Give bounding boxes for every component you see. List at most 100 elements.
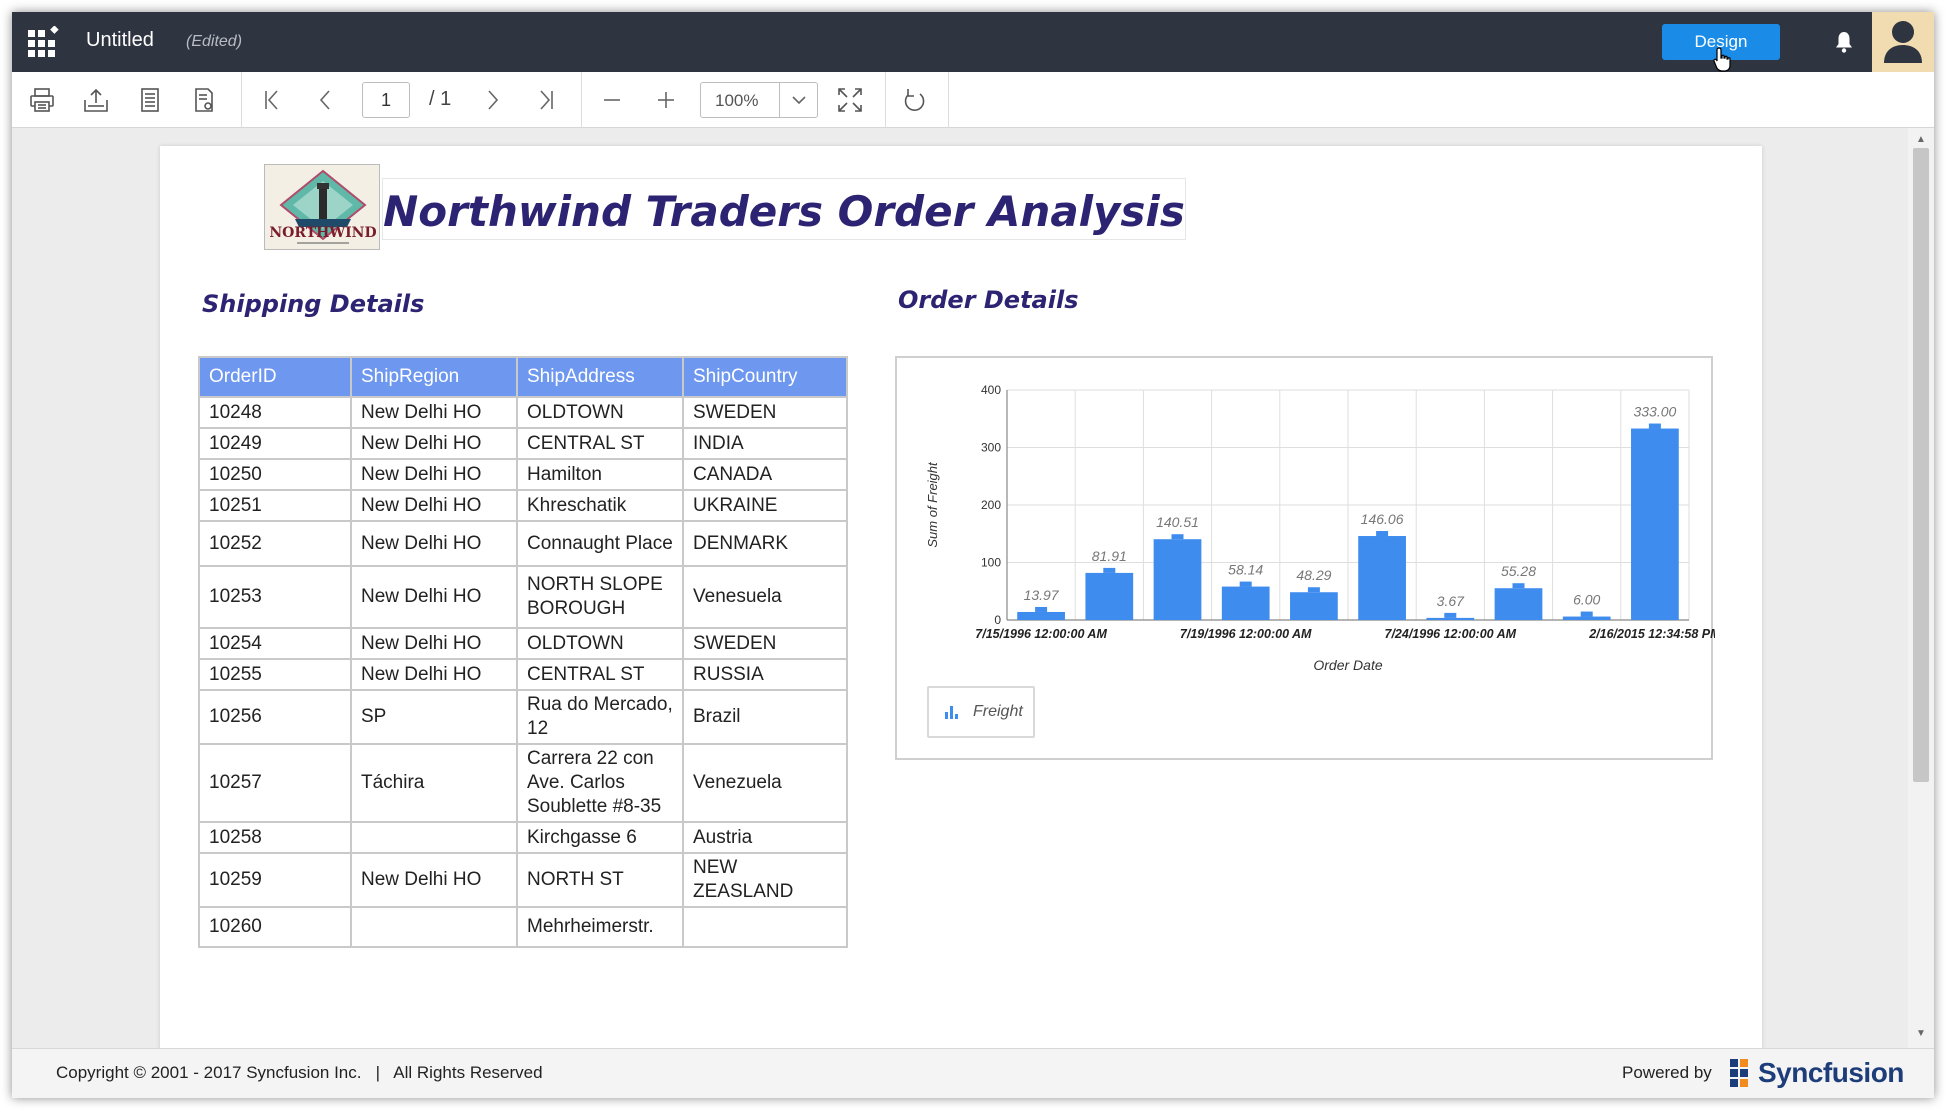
table-cell: NORTH ST [516,852,684,908]
x-tick-label: 7/15/1996 12:00:00 AM [975,627,1107,641]
bar-marker [1648,423,1661,429]
table-cell: 10252 [198,520,352,567]
minus-icon [604,99,620,101]
table-cell: Kirchgasse 6 [516,821,684,854]
refresh-button[interactable] [898,84,930,116]
y-tick-label: 300 [981,441,1001,455]
data-label: 140.51 [1156,514,1199,530]
y-tick-label: 200 [981,498,1001,512]
app-window: Untitled (Edited) Design 1 / 1 100% NORT… [12,12,1934,1098]
chevron-right-icon [488,90,499,110]
table-row: 10250 New Delhi HO Hamilton CANADA [198,458,848,491]
scroll-down-arrow-icon[interactable]: ▼ [1916,1028,1926,1039]
table-cell [350,821,518,854]
export-button[interactable] [80,84,112,116]
first-page-button[interactable] [256,84,288,116]
table-cell: New Delhi HO [350,627,518,660]
table-row: 10249 New Delhi HO CENTRAL ST INDIA [198,427,848,460]
bar-marker [1580,611,1593,617]
table-cell: NORTH SLOPE BOROUGH [516,565,684,629]
page-total-label: / 1 [429,88,452,110]
bar [1153,539,1202,620]
report-title: Northwind Traders Order Analysis [383,187,1185,236]
bar [1290,592,1338,620]
bar-marker [1103,567,1116,573]
bar [1085,572,1134,620]
bar-marker [1307,587,1320,593]
y-tick-label: 400 [981,383,1001,397]
fit-page-button[interactable] [834,84,866,116]
data-label: 146.06 [1361,511,1404,527]
table-cell: OLDTOWN [516,627,684,660]
data-label: 3.67 [1437,593,1465,609]
notification-bell-icon[interactable] [1832,30,1856,54]
top-bar: Untitled (Edited) Design [12,12,1934,72]
viewer-toolbar: / 1 100% [12,72,1934,128]
table-row: 10254 New Delhi HO OLDTOWN SWEDEN [198,627,848,660]
last-page-button[interactable] [530,84,562,116]
zoom-in-button[interactable] [650,84,682,116]
zoom-out-button[interactable] [596,84,628,116]
bar [1494,588,1543,620]
zoom-dropdown[interactable] [779,83,817,117]
scroll-up-arrow-icon[interactable]: ▲ [1916,134,1926,145]
bar [1562,616,1611,620]
page-setup-icon [141,88,159,112]
x-axis-title: Order Date [1313,657,1382,673]
data-label: 55.28 [1501,563,1536,579]
print-icon [30,88,54,112]
user-icon [1884,21,1922,63]
legend-freight: Freight [973,703,1023,720]
table-cell: CENTRAL ST [516,658,684,691]
shipping-table: OrderID ShipRegion ShipAddress ShipCountry … [198,356,848,948]
data-label: 48.29 [1296,567,1331,583]
zoom-select[interactable]: 100% [700,82,818,118]
table-cell: New Delhi HO [350,489,518,522]
table-cell: RUSSIA [682,658,848,691]
table-cell [682,906,848,948]
vertical-scrollbar[interactable]: ▲ ▼ [1908,128,1934,1048]
zoom-value: 100% [715,91,759,110]
table-row: 10255 New Delhi HO CENTRAL ST RUSSIA [198,658,848,691]
refresh-icon [904,89,925,111]
hand-cursor-icon [1713,47,1731,72]
data-label: 58.14 [1228,562,1263,578]
scroll-thumb[interactable] [1913,148,1929,782]
table-cell: SP [350,689,518,745]
bar-marker [1444,612,1457,618]
export-icon [84,88,108,112]
apps-grid-icon[interactable] [26,26,60,60]
bar [1426,617,1475,620]
table-row: 10256 SP Rua do Mercado, 12 Brazil [198,689,848,745]
table-row: 10253 New Delhi HO NORTH SLOPE BOROUGH Vene… [198,565,848,629]
northwind-logo: NORTHWIND [264,164,380,250]
user-avatar[interactable] [1872,12,1934,72]
table-cell: Rua do Mercado, 12 [516,689,684,745]
table-cell: SWEDEN [682,627,848,660]
page-setup-button[interactable] [134,84,166,116]
chevron-left-icon [319,90,330,110]
logo-text: NORTHWIND [269,225,376,241]
x-tick-label: 7/19/1996 12:00:00 AM [1180,627,1312,641]
print-button[interactable] [26,84,58,116]
syncfusion-logo[interactable]: Syncfusion [1730,1057,1904,1089]
table-cell: New Delhi HO [350,427,518,460]
table-cell: Venesuela [682,565,848,629]
parameter-button[interactable] [188,84,220,116]
fit-to-page-icon [838,88,862,112]
next-page-button[interactable] [476,84,508,116]
document-title: Untitled [86,29,154,51]
column-header: ShipAddress [516,356,684,398]
chevron-down-icon [791,96,806,105]
chart-legend[interactable]: Freight [927,686,1035,738]
table-cell [350,906,518,948]
bar [1017,611,1065,620]
table-cell: 10250 [198,458,352,491]
table-cell: 10258 [198,821,352,854]
previous-page-button[interactable] [310,84,342,116]
order-details-chart: 0 100 200 300 400 13.97 81.91 140.51 58.14 48.29 1… [895,356,1715,760]
page-number-input[interactable] [362,82,410,118]
table-cell: Mehrheimerstr. [516,906,684,948]
first-page-icon [265,90,278,110]
shipping-details-title: Shipping Details [202,290,425,318]
